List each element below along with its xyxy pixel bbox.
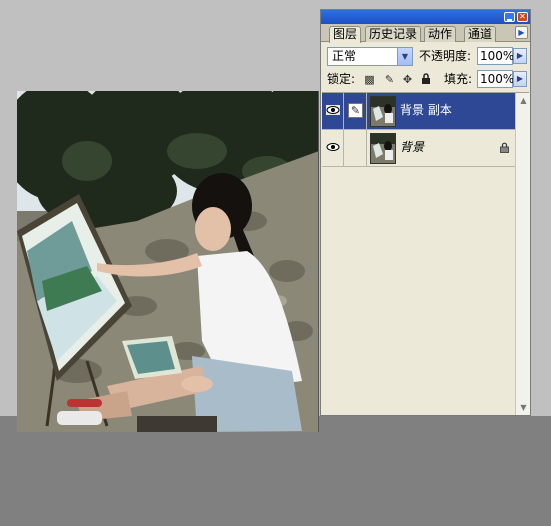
opacity-label: 不透明度: [419,49,472,63]
lock-all-icon[interactable] [419,73,432,86]
palette-titlebar[interactable]: ✕ [321,10,530,24]
chevron-down-icon[interactable]: ▼ [397,48,412,65]
tab-channels[interactable]: 通道 [464,26,497,42]
fill-slider-arrow-icon[interactable]: ▶ [513,71,527,87]
link-cell[interactable]: ✎ [345,93,367,129]
eye-icon [326,105,340,115]
layer-list: ✎ 背景 副本 背景 [322,93,515,415]
lock-label: 锁定: [327,72,356,86]
tab-layers[interactable]: 图层 [329,26,362,43]
blend-mode-value: 正常 [332,49,357,63]
tab-history[interactable]: 历史记录 [365,26,422,42]
brush-icon: ✎ [348,103,363,118]
visibility-toggle[interactable] [322,93,344,129]
lock-move-icon[interactable]: ✥ [401,73,414,86]
layers-palette: ✕ 图层 历史记录 动作 通道 ▶ 正常 ▼ 不透明度: 100% ▶ 锁定: … [320,9,531,416]
tab-actions[interactable]: 动作 [424,26,457,42]
layer-thumbnail [370,133,396,164]
opacity-slider-arrow-icon[interactable]: ▶ [513,48,527,64]
layer-name[interactable]: 背景 [400,139,424,155]
layer-list-scrollbar[interactable]: ▲ ▼ [515,93,530,415]
padlock-icon [500,142,509,153]
document-canvas[interactable] [17,91,319,432]
layer-row-background-copy[interactable]: ✎ 背景 副本 [322,93,515,130]
lock-transparency-icon[interactable]: ▩ [363,73,376,86]
fill-label: 填充: [444,72,473,86]
minimize-icon[interactable] [504,12,515,22]
close-icon[interactable]: ✕ [517,12,528,22]
layer-thumbnail [370,96,396,127]
scroll-up-icon[interactable]: ▲ [517,94,530,107]
workspace-gray-area [0,416,551,526]
opacity-input[interactable]: 100% [477,47,514,65]
eye-icon [326,143,340,151]
blend-row: 正常 ▼ 不透明度: 100% ▶ [327,47,527,67]
palette-tabs: 图层 历史记录 动作 通道 ▶ [321,24,530,43]
fill-input[interactable]: 100% [477,70,514,88]
visibility-toggle[interactable] [322,130,344,166]
link-cell[interactable] [345,130,367,166]
lock-paint-brush-icon[interactable]: ✎ [383,73,396,86]
layer-row-background[interactable]: 背景 [322,130,515,167]
photo-girl-painting [17,91,318,432]
layer-name[interactable]: 背景 副本 [400,102,452,118]
blend-mode-select[interactable]: 正常 ▼ [327,47,413,66]
scroll-down-icon[interactable]: ▼ [517,401,530,414]
triangle-right-icon[interactable]: ▶ [515,26,528,39]
lock-row: 锁定: ▩ ✎ ✥ 填充: 100% ▶ [327,70,527,90]
